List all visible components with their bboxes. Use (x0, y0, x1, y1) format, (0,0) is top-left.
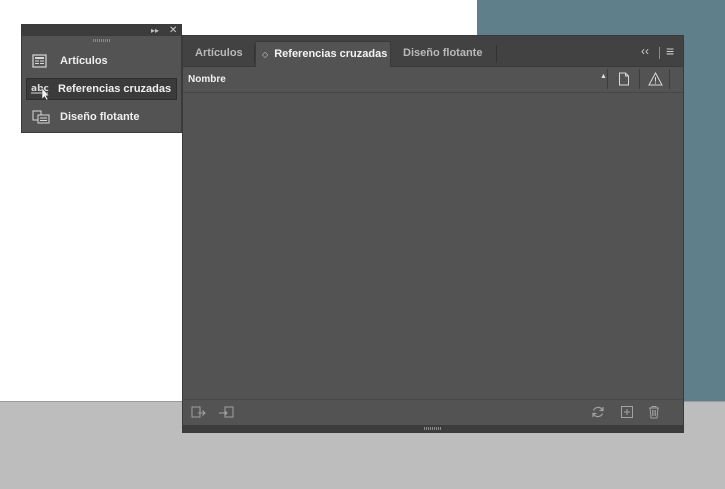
cross-references-list[interactable] (183, 93, 683, 399)
dock-grip-handle[interactable] (92, 39, 111, 42)
column-divider (669, 69, 670, 89)
new-cross-reference-icon[interactable] (620, 405, 634, 424)
document-icon[interactable] (618, 72, 630, 91)
ctrl-divider (659, 47, 660, 59)
column-divider (607, 69, 608, 89)
tab-diseno-flotante[interactable]: Diseño flotante (403, 41, 482, 67)
cross-references-icon: abc (30, 82, 50, 101)
refresh-icon[interactable] (591, 405, 605, 424)
tab-label: Artículos (195, 47, 243, 59)
panel-footer-toolbar (183, 399, 683, 425)
column-header-row: Nombre ▲ (183, 67, 683, 93)
tab-divider (496, 45, 497, 63)
column-header-nombre[interactable]: Nombre (188, 74, 226, 85)
warning-icon[interactable] (648, 71, 663, 91)
panel-resize-handle[interactable] (183, 425, 683, 432)
tab-reorder-icon: ◇ (262, 50, 269, 59)
panel-tab-bar: Artículos ◇ Referencias cruzadas Diseño … (183, 36, 683, 67)
dock-item-diseno-flotante[interactable]: Diseño flotante (26, 106, 177, 128)
articles-icon (32, 54, 49, 68)
collapsed-panel-dock: ▸▸ ✕ Artículos abc Referencias cruzadas (21, 24, 182, 133)
dock-header[interactable]: ▸▸ ✕ (22, 25, 181, 36)
column-divider (639, 69, 640, 89)
expand-panels-icon[interactable]: ▸▸ (151, 25, 159, 36)
dock-item-referencias-cruzadas[interactable]: abc Referencias cruzadas (26, 78, 177, 101)
close-icon[interactable]: ✕ (169, 25, 177, 36)
panel-menu-icon[interactable]: ≡ (666, 43, 674, 59)
dock-item-articulos[interactable]: Artículos (26, 50, 177, 72)
sort-ascending-icon[interactable]: ▲ (600, 73, 607, 80)
tab-articulos[interactable]: Artículos (195, 41, 243, 67)
dock-item-label: Artículos (60, 55, 108, 67)
go-to-source-icon[interactable] (191, 405, 207, 424)
liquid-layout-icon (32, 110, 50, 124)
tab-label: Referencias cruzadas (274, 48, 388, 60)
resize-grip (424, 427, 442, 430)
tab-label: Diseño flotante (403, 47, 483, 59)
delete-icon[interactable] (647, 405, 661, 424)
tab-referencias-cruzadas[interactable]: ◇ Referencias cruzadas (255, 41, 391, 67)
collapse-icon[interactable]: ‹‹ (641, 44, 649, 58)
go-to-destination-icon[interactable] (218, 405, 234, 424)
dock-item-label: Referencias cruzadas (58, 83, 172, 95)
dock-item-label: Diseño flotante (60, 111, 140, 123)
cross-references-panel: Artículos ◇ Referencias cruzadas Diseño … (182, 35, 684, 433)
